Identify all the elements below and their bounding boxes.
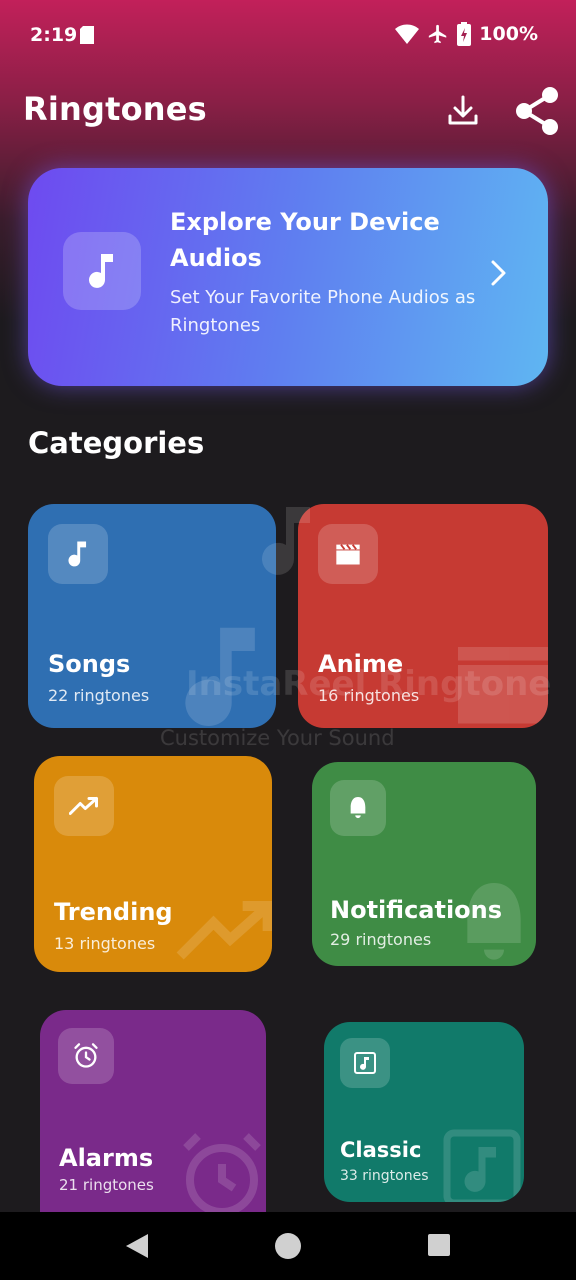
status-icons: 100%: [395, 22, 538, 46]
status-bar: 2:19 100%: [0, 0, 576, 70]
anime-background-icon: [458, 647, 548, 724]
category-count-notifications: 29 ringtones: [330, 930, 432, 949]
share-icon[interactable]: [514, 86, 560, 136]
category-count-songs: 22 ringtones: [48, 686, 150, 705]
category-count-trending: 13 ringtones: [54, 934, 156, 953]
watermark-subtitle: Customize Your Sound: [160, 726, 395, 750]
category-count-classic: 33 ringtones: [340, 1168, 429, 1184]
categories-heading: Categories: [28, 426, 205, 460]
download-icon[interactable]: [446, 94, 480, 128]
music-note-icon: [68, 541, 87, 567]
sd-card-icon: [80, 26, 94, 44]
category-card-alarms[interactable]: Alarms 21 ringtones: [40, 1010, 266, 1212]
category-count-anime: 16 ringtones: [318, 686, 420, 705]
classic-background-icon: [443, 1129, 521, 1202]
category-title-trending: Trending: [54, 898, 173, 926]
explore-device-audios-card[interactable]: Explore Your Device Audios Set Your Favo…: [28, 168, 548, 386]
category-card-songs[interactable]: Songs 22 ringtones: [28, 504, 276, 728]
notifications-icon-box: [330, 780, 386, 836]
anime-icon-box: [318, 524, 378, 584]
home-icon[interactable]: [274, 1232, 302, 1260]
category-title-songs: Songs: [48, 650, 131, 678]
back-icon[interactable]: [124, 1232, 150, 1260]
songs-background-icon: [185, 627, 255, 727]
songs-icon-box: [48, 524, 108, 584]
bell-icon: [350, 797, 366, 819]
wifi-icon: [395, 24, 420, 44]
status-time: 2:19: [30, 24, 78, 46]
category-title-notifications: Notifications: [330, 896, 503, 924]
app-bar: Ringtones: [0, 80, 576, 144]
page-title: Ringtones: [23, 90, 207, 128]
system-navigation-bar: [0, 1212, 576, 1280]
category-count-alarms: 21 ringtones: [59, 1176, 154, 1194]
category-card-trending[interactable]: Trending 13 ringtones: [34, 756, 272, 972]
category-card-classic[interactable]: Classic 33 ringtones: [324, 1022, 524, 1202]
hero-icon-box: [63, 232, 141, 310]
battery-icon: [457, 22, 472, 46]
alarms-icon-box: [58, 1028, 114, 1084]
trending-icon-box: [54, 776, 114, 836]
hero-subtitle: Set Your Favorite Phone Audios as Ringto…: [170, 287, 476, 336]
clapperboard-icon: [336, 544, 360, 565]
battery-percent: 100%: [479, 23, 538, 45]
chevron-right-icon: [491, 260, 506, 286]
trending-up-icon: [69, 797, 98, 815]
music-note-icon: [89, 254, 113, 288]
category-title-alarms: Alarms: [59, 1144, 154, 1172]
category-title-classic: Classic: [340, 1138, 422, 1162]
alarms-background-icon: [183, 1133, 261, 1212]
alarm-clock-icon: [74, 1043, 98, 1068]
category-card-notifications[interactable]: Notifications 29 ringtones: [312, 762, 536, 966]
trending-background-icon: [176, 901, 272, 960]
airplane-icon: [429, 24, 447, 44]
category-title-anime: Anime: [318, 650, 404, 678]
classic-icon-box: [340, 1038, 390, 1088]
hero-title: Explore Your Device Audios: [170, 208, 440, 272]
music-file-icon: [354, 1052, 376, 1074]
recents-icon[interactable]: [428, 1234, 450, 1256]
category-card-anime[interactable]: Anime 16 ringtones: [298, 504, 548, 728]
